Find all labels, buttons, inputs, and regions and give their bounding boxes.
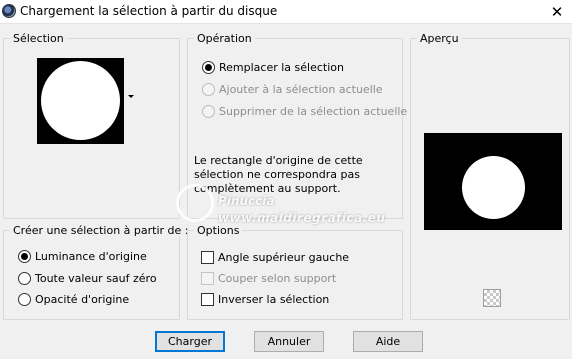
checkbox-label: Couper selon support [218, 272, 337, 285]
cancel-button[interactable]: Annuler [254, 331, 324, 352]
preview-image [424, 133, 562, 230]
radio-any-nonzero[interactable]: Toute valeur sauf zéro [18, 272, 157, 285]
radio-label: Luminance d'origine [35, 250, 147, 263]
radio-button[interactable] [202, 61, 215, 74]
radio-label: Remplacer la sélection [219, 61, 344, 74]
checkbox-crop-to-canvas[interactable]: Couper selon support [201, 272, 336, 285]
selection-group-label: Sélection [10, 32, 67, 45]
preview-shape [462, 156, 525, 219]
checkbox-label: Inverser la sélection [218, 293, 330, 306]
radio-button[interactable] [202, 105, 215, 118]
radio-subtract-selection[interactable]: Supprimer de la sélection actuelle [202, 105, 407, 118]
transparency-checker-icon[interactable] [483, 289, 501, 307]
load-button[interactable]: Charger [155, 331, 225, 352]
radio-add-selection[interactable]: Ajouter à la sélection actuelle [202, 83, 383, 96]
radio-label: Ajouter à la sélection actuelle [219, 83, 383, 96]
selection-dropdown-arrow-icon[interactable] [128, 95, 134, 98]
radio-label: Supprimer de la sélection actuelle [219, 105, 408, 118]
window-title: Chargement la sélection à partir du disq… [20, 4, 278, 18]
title-bar: Chargement la sélection à partir du disq… [0, 0, 572, 24]
radio-label: Toute valeur sauf zéro [35, 272, 157, 285]
radio-label: Opacité d'origine [35, 293, 130, 306]
radio-button[interactable] [18, 250, 31, 263]
preview-group-label: Aperçu [417, 32, 462, 45]
options-group-label: Options [194, 224, 243, 237]
radio-button[interactable] [18, 272, 31, 285]
operation-info-text: Le rectangle d'origine de cette sélectio… [194, 154, 363, 195]
selection-thumbnail[interactable] [37, 58, 124, 144]
operation-group-label: Opération [194, 32, 255, 45]
close-button[interactable]: ✕ [542, 0, 572, 24]
help-button[interactable]: Aide [353, 331, 423, 352]
checkbox[interactable] [201, 293, 214, 306]
checkbox[interactable] [201, 251, 214, 264]
checkbox-invert-selection[interactable]: Inverser la sélection [201, 293, 329, 306]
checkbox-top-left-corner[interactable]: Angle supérieur gauche [201, 251, 349, 264]
radio-button[interactable] [18, 293, 31, 306]
radio-button[interactable] [202, 83, 215, 96]
checkbox[interactable] [201, 272, 214, 285]
create-selection-group-label: Créer une sélection à partir de : [10, 224, 192, 237]
app-icon [2, 4, 16, 18]
radio-source-luminance[interactable]: Luminance d'origine [18, 250, 147, 263]
radio-replace-selection[interactable]: Remplacer la sélection [202, 61, 344, 74]
checkbox-label: Angle supérieur gauche [218, 251, 350, 264]
selection-shape [41, 61, 120, 140]
radio-source-opacity[interactable]: Opacité d'origine [18, 293, 129, 306]
